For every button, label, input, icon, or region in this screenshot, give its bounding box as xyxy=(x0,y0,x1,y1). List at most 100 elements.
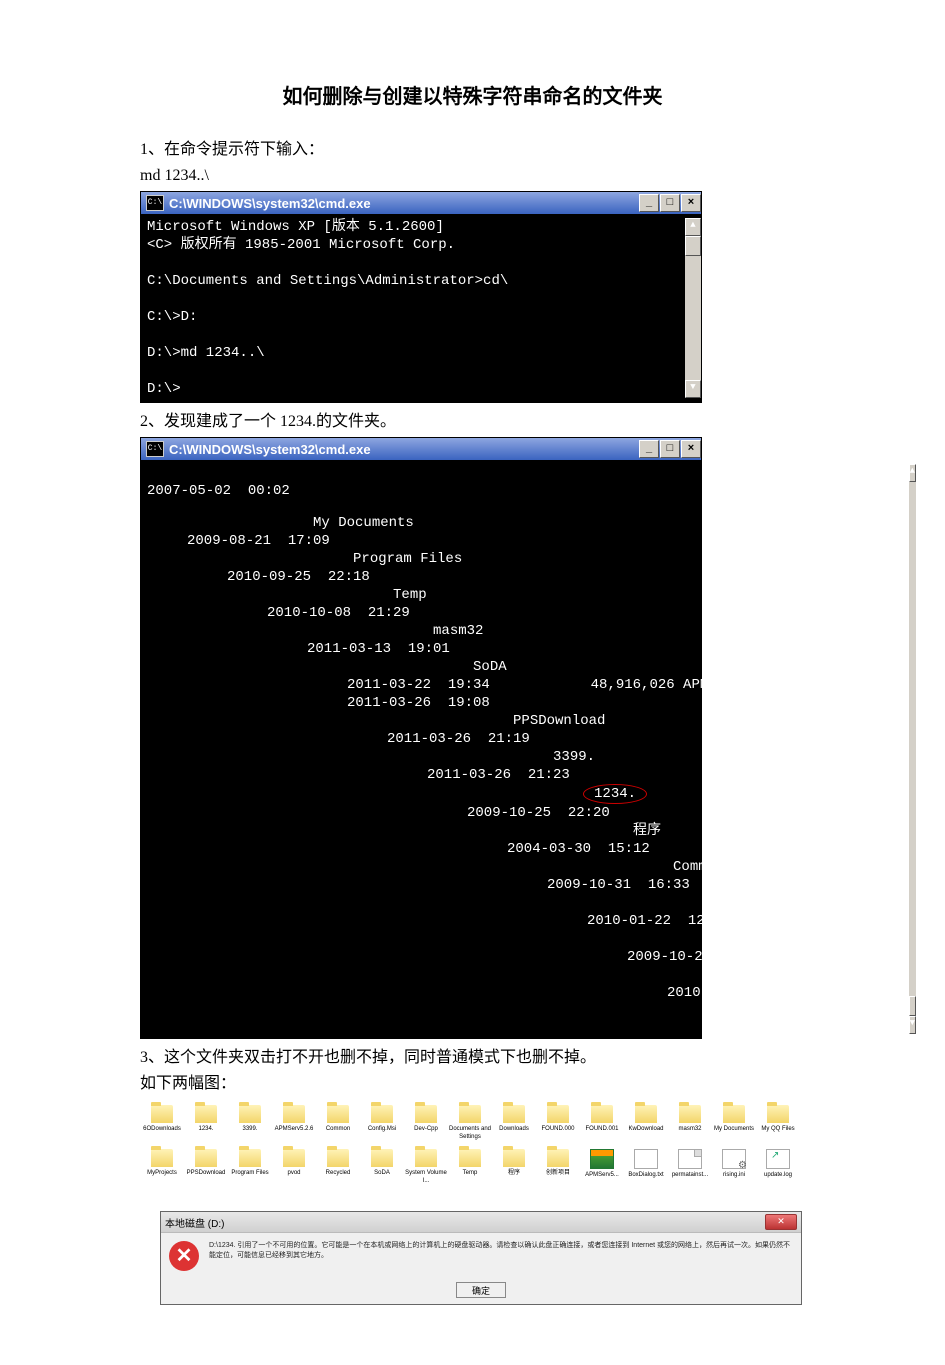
explorer-item[interactable]: Dev-Cpp xyxy=(404,1103,448,1147)
explorer-item-label: PPSDownload xyxy=(184,1169,228,1177)
explorer-item[interactable]: update.log xyxy=(756,1147,800,1191)
maximize-button[interactable]: □ xyxy=(660,440,680,458)
explorer-item[interactable]: 创新项目 xyxy=(536,1147,580,1191)
cmd-title-text: C:\WINDOWS\system32\cmd.exe xyxy=(169,196,371,211)
error-titlebar: 本地磁盘 (D:) ✕ xyxy=(161,1212,801,1233)
explorer-item-label: Downloads xyxy=(492,1125,536,1133)
error-dialog: 本地磁盘 (D:) ✕ ✕ D:\1234. 引用了一个不可用的位置。它可能是一… xyxy=(160,1211,802,1305)
scrollbar[interactable]: ▲ ▼ xyxy=(909,464,916,1034)
cmd-icon: C:\ xyxy=(146,195,164,211)
explorer-item[interactable]: Recycled xyxy=(316,1147,360,1191)
explorer-item[interactable]: MyProjects xyxy=(140,1147,184,1191)
txt-icon xyxy=(634,1149,658,1169)
explorer-item[interactable]: APMServ5.2.6 xyxy=(272,1103,316,1147)
explorer-item-label: Temp xyxy=(448,1169,492,1177)
error-title: 本地磁盘 (D:) xyxy=(165,1215,224,1230)
explorer-item[interactable]: 6ODownloads xyxy=(140,1103,184,1147)
cmd-titlebar: C:\ C:\WINDOWS\system32\cmd.exe _ □ × xyxy=(141,438,701,460)
explorer-item-label: update.log xyxy=(756,1171,800,1179)
error-message: D:\1234. 引用了一个不可用的位置。它可能是一个在本机或网络上的计算机上的… xyxy=(209,1241,793,1271)
cmd-icon: C:\ xyxy=(146,441,164,457)
folder-icon xyxy=(679,1105,701,1123)
explorer-item[interactable]: KwDownload xyxy=(624,1103,668,1147)
explorer-item-label: 创新项目 xyxy=(536,1169,580,1177)
close-button[interactable]: × xyxy=(681,194,701,212)
explorer-item[interactable]: Documents and Settings xyxy=(448,1103,492,1147)
log-icon xyxy=(766,1149,790,1169)
folder-icon xyxy=(767,1105,789,1123)
folder-icon xyxy=(723,1105,745,1123)
scroll-up-button[interactable]: ▲ xyxy=(685,218,701,236)
folder-icon xyxy=(195,1149,217,1167)
explorer-item-label: My QQ Files xyxy=(756,1125,800,1133)
step-2-text: 2、发现建成了一个 1234.的文件夹。 xyxy=(140,411,805,433)
error-close-button[interactable]: ✕ xyxy=(765,1214,797,1230)
explorer-item[interactable]: Downloads xyxy=(492,1103,536,1147)
explorer-item-label: Dev-Cpp xyxy=(404,1125,448,1133)
explorer-item[interactable]: 3399. xyxy=(228,1103,272,1147)
scroll-down-button[interactable]: ▼ xyxy=(685,380,701,398)
close-button[interactable]: × xyxy=(681,440,701,458)
explorer-item[interactable]: pvod xyxy=(272,1147,316,1191)
step-1-text: 1、在命令提示符下输入： xyxy=(140,139,805,161)
explorer-item[interactable]: PPSDownload xyxy=(184,1147,228,1191)
explorer-item[interactable]: 程序 xyxy=(492,1147,536,1191)
folder-icon xyxy=(239,1149,261,1167)
file-icon xyxy=(678,1149,702,1169)
explorer-item[interactable]: FOUND.001 xyxy=(580,1103,624,1147)
explorer-view: 6ODownloads1234.3399.APMServ5.2.6CommonC… xyxy=(140,1103,800,1191)
cmd-title-text: C:\WINDOWS\system32\cmd.exe xyxy=(169,442,371,457)
explorer-item[interactable]: Common xyxy=(316,1103,360,1147)
maximize-button[interactable]: □ xyxy=(660,194,680,212)
explorer-item[interactable]: rising.ini xyxy=(712,1147,756,1191)
cmd-window-1: C:\ C:\WINDOWS\system32\cmd.exe _ □ × Mi… xyxy=(140,191,702,403)
folder-icon xyxy=(195,1105,217,1123)
scroll-up-button[interactable]: ▲ xyxy=(909,464,916,482)
explorer-item[interactable]: 1234. xyxy=(184,1103,228,1147)
minimize-button[interactable]: _ xyxy=(639,440,659,458)
folder-icon xyxy=(239,1105,261,1123)
explorer-item[interactable]: FOUND.000 xyxy=(536,1103,580,1147)
folder-icon xyxy=(547,1149,569,1167)
error-ok-button[interactable]: 确定 xyxy=(456,1282,506,1298)
explorer-item[interactable]: Config.Msi xyxy=(360,1103,404,1147)
step-1-command: md 1234..\ xyxy=(140,165,805,187)
explorer-item-label: FOUND.000 xyxy=(536,1125,580,1133)
explorer-item-label: FOUND.001 xyxy=(580,1125,624,1133)
folder-icon xyxy=(283,1105,305,1123)
explorer-item-label: SoDA xyxy=(360,1169,404,1177)
explorer-item-label: APMServ5... xyxy=(580,1171,624,1179)
error-icon: ✕ xyxy=(169,1241,199,1271)
explorer-item[interactable]: Program Files xyxy=(228,1147,272,1191)
explorer-item[interactable]: System Volume I... xyxy=(404,1147,448,1191)
minimize-button[interactable]: _ xyxy=(639,194,659,212)
explorer-item[interactable]: BoxDialog.txt xyxy=(624,1147,668,1191)
explorer-item[interactable]: SoDA xyxy=(360,1147,404,1191)
scroll-thumb[interactable] xyxy=(909,996,916,1016)
explorer-item-label: permatainst... xyxy=(668,1171,712,1179)
scroll-down-button[interactable]: ▼ xyxy=(909,1016,916,1034)
folder-icon xyxy=(503,1105,525,1123)
scroll-thumb[interactable] xyxy=(685,236,701,256)
folder-icon xyxy=(415,1105,437,1123)
explorer-item[interactable]: masm32 xyxy=(668,1103,712,1147)
folder-icon xyxy=(283,1149,305,1167)
explorer-item-label: Config.Msi xyxy=(360,1125,404,1133)
explorer-item-label: APMServ5.2.6 xyxy=(272,1125,316,1133)
explorer-item[interactable]: Temp xyxy=(448,1147,492,1191)
folder-icon xyxy=(327,1149,349,1167)
explorer-item-label: System Volume I... xyxy=(404,1169,448,1185)
step-3-text-a: 3、这个文件夹双击打不开也删不掉，同时普通模式下也删不掉。 xyxy=(140,1047,805,1069)
folder-icon xyxy=(591,1105,613,1123)
explorer-item[interactable]: APMServ5... xyxy=(580,1147,624,1191)
explorer-item-label: KwDownload xyxy=(624,1125,668,1133)
folder-icon xyxy=(151,1105,173,1123)
explorer-item[interactable]: permatainst... xyxy=(668,1147,712,1191)
explorer-item[interactable]: My Documents xyxy=(712,1103,756,1147)
explorer-item-label: 3399. xyxy=(228,1125,272,1133)
scrollbar[interactable]: ▲ ▼ xyxy=(685,218,701,398)
explorer-item-label: Common xyxy=(316,1125,360,1133)
folder-icon xyxy=(415,1149,437,1167)
explorer-item-label: Program Files xyxy=(228,1169,272,1177)
explorer-item[interactable]: My QQ Files xyxy=(756,1103,800,1147)
